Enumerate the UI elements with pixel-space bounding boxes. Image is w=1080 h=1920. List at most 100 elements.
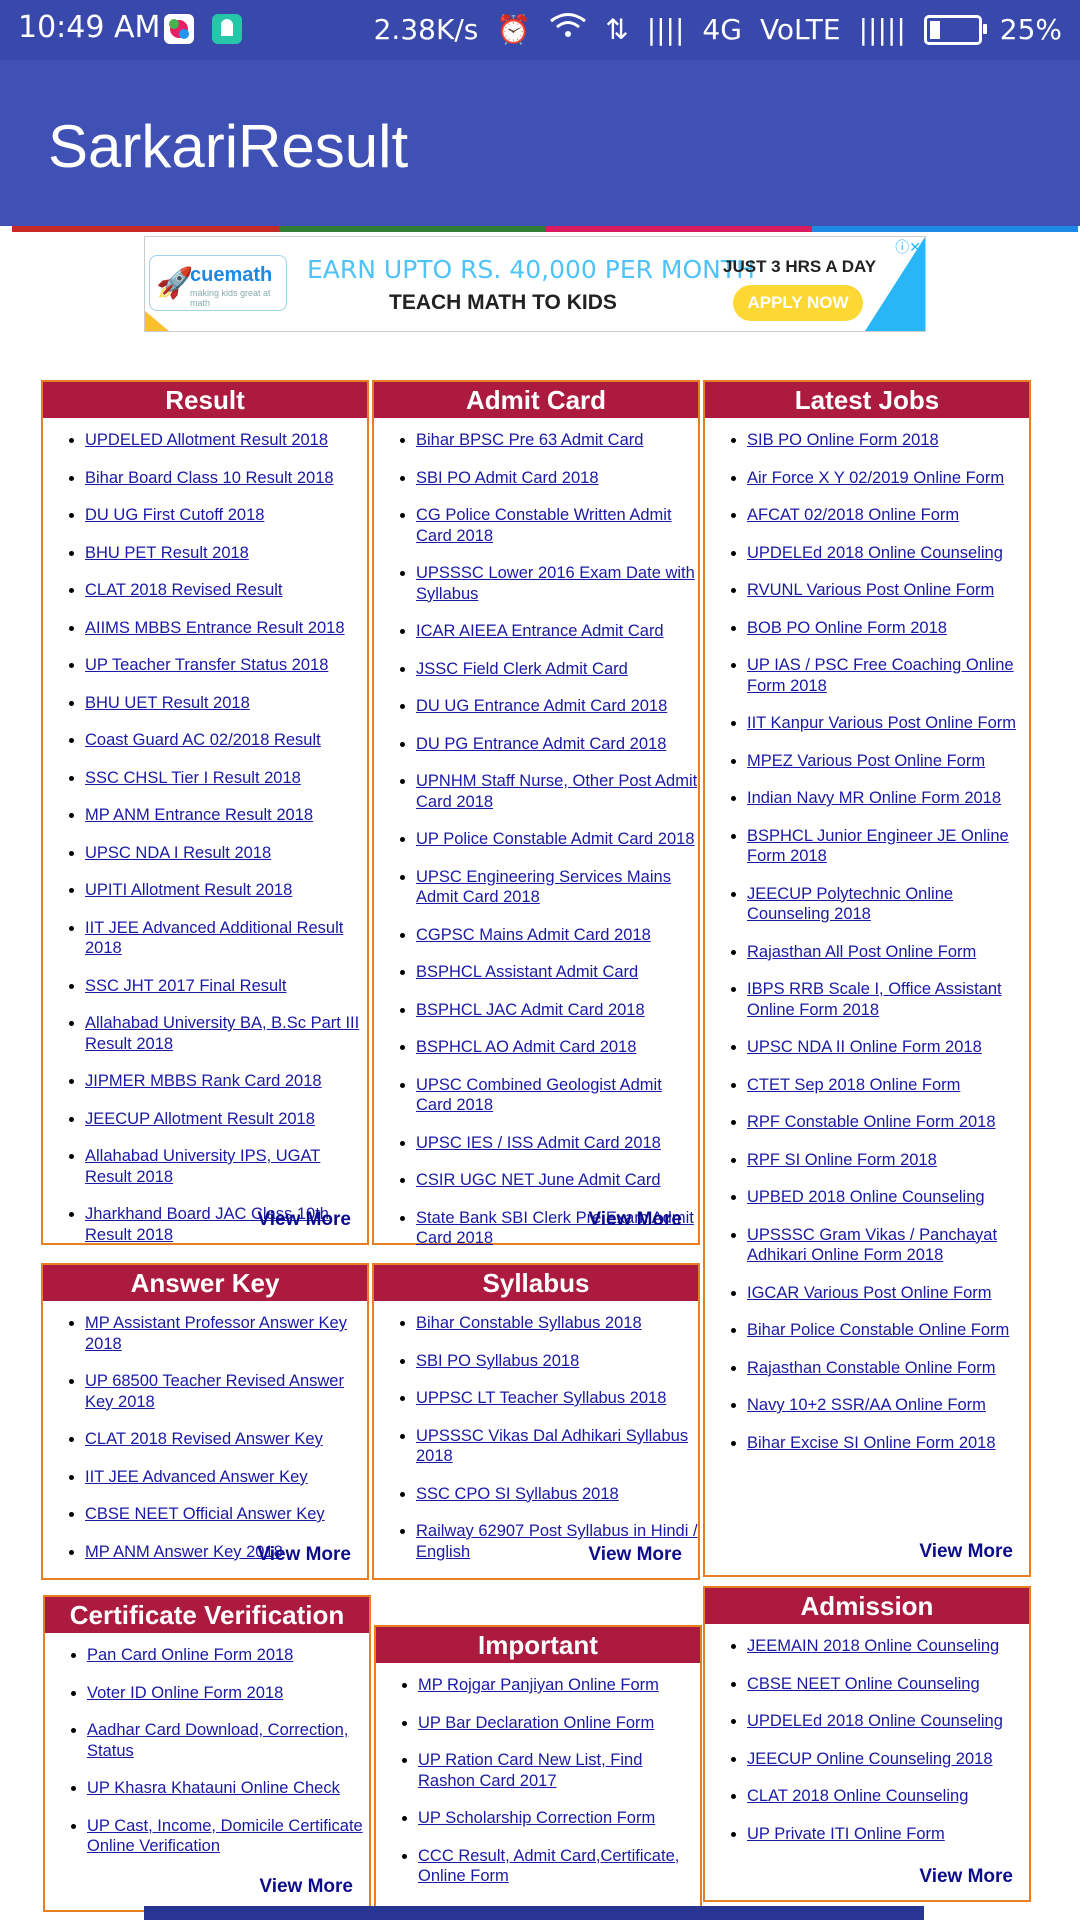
list-item-link[interactable]: UP Teacher Transfer Status 2018 [85, 656, 328, 674]
list-item-link[interactable]: UPSC Combined Geologist Admit Card 2018 [416, 1076, 662, 1115]
list-item-link[interactable]: Aadhar Card Download, Correction, Status [87, 1721, 348, 1760]
list-item-link[interactable]: Allahabad University BA, B.Sc Part III R… [85, 1014, 359, 1053]
list-item-link[interactable]: SIB PO Online Form 2018 [747, 431, 939, 449]
list-item-link[interactable]: AIIMS MBBS Entrance Result 2018 [85, 619, 345, 637]
list-item-link[interactable]: Bihar Constable Syllabus 2018 [416, 1314, 642, 1332]
list-item-link[interactable]: Rajasthan Constable Online Form [747, 1359, 996, 1377]
list-item-link[interactable]: BSPHCL AO Admit Card 2018 [416, 1038, 636, 1056]
list-item-link[interactable]: SBI PO Admit Card 2018 [416, 469, 599, 487]
list-item-link[interactable]: RPF Constable Online Form 2018 [747, 1113, 996, 1131]
list-item-link[interactable]: Bihar Board Class 10 Result 2018 [85, 469, 334, 487]
list-item-link[interactable]: IIT JEE Advanced Additional Result 2018 [85, 919, 343, 958]
list-item-link[interactable]: IIT Kanpur Various Post Online Form [747, 714, 1016, 732]
list-item-link[interactable]: AFCAT 02/2018 Online Form [747, 506, 959, 524]
list-item-link[interactable]: SSC CHSL Tier I Result 2018 [85, 769, 301, 787]
list-item-link[interactable]: Air Force X Y 02/2019 Online Form [747, 469, 1004, 487]
list-item-link[interactable]: MP ANM Answer Key 2018 [85, 1543, 283, 1561]
list-item-link[interactable]: UPDELEd 2018 Online Counseling [747, 1712, 1003, 1730]
list-item-link[interactable]: JIPMER MBBS Rank Card 2018 [85, 1072, 322, 1090]
list-item-link[interactable]: UP Scholarship Correction Form [418, 1809, 655, 1827]
list-item-link[interactable]: JEECUP Polytechnic Online Counseling 201… [747, 885, 953, 924]
list-item-link[interactable]: UP Private ITI Online Form [747, 1825, 945, 1843]
list-item-link[interactable]: DU PG Entrance Admit Card 2018 [416, 735, 666, 753]
list-item-link[interactable]: BOB PO Online Form 2018 [747, 619, 947, 637]
list-item-link[interactable]: Voter ID Online Form 2018 [87, 1684, 283, 1702]
list-item-link[interactable]: UP Cast, Income, Domicile Certificate On… [87, 1817, 363, 1856]
list-item-link[interactable]: BSPHCL JAC Admit Card 2018 [416, 1001, 645, 1019]
list-item-link[interactable]: UPSSSC Lower 2016 Exam Date with Syllabu… [416, 564, 695, 603]
list-item-link[interactable]: RVUNL Various Post Online Form [747, 581, 994, 599]
ad-apply-button[interactable]: APPLY NOW [733, 285, 863, 321]
view-more-link[interactable]: View More [257, 1544, 351, 1566]
list-item-link[interactable]: UP Bar Declaration Online Form [418, 1714, 654, 1732]
list-item-link[interactable]: UPSSSC Gram Vikas / Panchayat Adhikari O… [747, 1226, 997, 1265]
list-item-link[interactable]: UPSC NDA I Result 2018 [85, 844, 271, 862]
list-item-link[interactable]: SSC JHT 2017 Final Result [85, 977, 286, 995]
ad-banner[interactable]: 🚀 cuemath making kids great at math EARN… [144, 236, 926, 332]
list-item-link[interactable]: CTET Sep 2018 Online Form [747, 1076, 960, 1094]
list-item-link[interactable]: SSC CPO SI Syllabus 2018 [416, 1485, 619, 1503]
list-item: UPSC NDA I Result 2018 [85, 843, 367, 864]
list-item-link[interactable]: UPITI Allotment Result 2018 [85, 881, 292, 899]
list-item-link[interactable]: UPDELEd 2018 Online Counseling [747, 544, 1003, 562]
list-item-link[interactable]: Allahabad University IPS, UGAT Result 20… [85, 1147, 320, 1186]
list-item-link[interactable]: Navy 10+2 SSR/AA Online Form [747, 1396, 986, 1414]
ad-info-close-icon[interactable]: ⓘ✕ [895, 237, 921, 257]
list-item-link[interactable]: BHU PET Result 2018 [85, 544, 249, 562]
list-item-link[interactable]: MP ANM Entrance Result 2018 [85, 806, 313, 824]
list-item-link[interactable]: UPBED 2018 Online Counseling [747, 1188, 985, 1206]
list-item-link[interactable]: RPF SI Online Form 2018 [747, 1151, 937, 1169]
list-item-link[interactable]: UP Police Constable Admit Card 2018 [416, 830, 695, 848]
list-item-link[interactable]: UPSC Engineering Services Mains Admit Ca… [416, 868, 671, 907]
list-item-link[interactable]: MP Assistant Professor Answer Key 2018 [85, 1314, 347, 1353]
list-item-link[interactable]: BHU UET Result 2018 [85, 694, 250, 712]
list-item-link[interactable]: CLAT 2018 Revised Answer Key [85, 1430, 323, 1448]
list-item-link[interactable]: Indian Navy MR Online Form 2018 [747, 789, 1001, 807]
list-item-link[interactable]: Bihar BPSC Pre 63 Admit Card [416, 431, 643, 449]
list-item-link[interactable]: CCC Result, Admit Card,Certificate, Onli… [418, 1847, 679, 1886]
list-item-link[interactable]: UPSSSC Vikas Dal Adhikari Syllabus 2018 [416, 1427, 688, 1466]
list-item-link[interactable]: CGPSC Mains Admit Card 2018 [416, 926, 651, 944]
list-item-link[interactable]: CBSE NEET Online Counseling [747, 1675, 980, 1693]
list-item-link[interactable]: SBI PO Syllabus 2018 [416, 1352, 579, 1370]
list-item-link[interactable]: Coast Guard AC 02/2018 Result [85, 731, 321, 749]
view-more-link[interactable]: View More [588, 1544, 682, 1566]
list-item-link[interactable]: CG Police Constable Written Admit Card 2… [416, 506, 672, 545]
list-item-link[interactable]: UPSC IES / ISS Admit Card 2018 [416, 1134, 661, 1152]
list-item-link[interactable]: UPPSC LT Teacher Syllabus 2018 [416, 1389, 666, 1407]
list-item-link[interactable]: Rajasthan All Post Online Form [747, 943, 976, 961]
view-more-link[interactable]: View More [919, 1866, 1013, 1888]
list-item-link[interactable]: CLAT 2018 Revised Result [85, 581, 283, 599]
list-item-link[interactable]: UP Khasra Khatauni Online Check [87, 1779, 340, 1797]
list-item-link[interactable]: CBSE NEET Official Answer Key [85, 1505, 325, 1523]
list-item-link[interactable]: IIT JEE Advanced Answer Key [85, 1468, 308, 1486]
list-item-link[interactable]: IGCAR Various Post Online Form [747, 1284, 992, 1302]
list-item-link[interactable]: UPDELED Allotment Result 2018 [85, 431, 328, 449]
view-more-link[interactable]: View More [588, 1209, 682, 1231]
list-item-link[interactable]: MP Rojgar Panjiyan Online Form [418, 1676, 659, 1694]
list-item-link[interactable]: Pan Card Online Form 2018 [87, 1646, 293, 1664]
view-more-link[interactable]: View More [257, 1209, 351, 1231]
list-item-link[interactable]: IBPS RRB Scale I, Office Assistant Onlin… [747, 980, 1002, 1019]
list-item-link[interactable]: JEECUP Allotment Result 2018 [85, 1110, 315, 1128]
list-item-link[interactable]: BSPHCL Assistant Admit Card [416, 963, 638, 981]
list-item-link[interactable]: Bihar Excise SI Online Form 2018 [747, 1434, 996, 1452]
view-more-link[interactable]: View More [259, 1876, 353, 1898]
list-item-link[interactable]: BSPHCL Junior Engineer JE Online Form 20… [747, 827, 1009, 866]
list-item-link[interactable]: MPEZ Various Post Online Form [747, 752, 985, 770]
list-item-link[interactable]: UP IAS / PSC Free Coaching Online Form 2… [747, 656, 1014, 695]
list-item-link[interactable]: UP Ration Card New List, Find Rashon Car… [418, 1751, 642, 1790]
list-item-link[interactable]: ICAR AIEEA Entrance Admit Card [416, 622, 664, 640]
list-item-link[interactable]: CSIR UGC NET June Admit Card [416, 1171, 661, 1189]
list-item-link[interactable]: JSSC Field Clerk Admit Card [416, 660, 628, 678]
list-item-link[interactable]: DU UG First Cutoff 2018 [85, 506, 264, 524]
list-item-link[interactable]: UPSC NDA II Online Form 2018 [747, 1038, 982, 1056]
list-item-link[interactable]: JEEMAIN 2018 Online Counseling [747, 1637, 999, 1655]
list-item-link[interactable]: DU UG Entrance Admit Card 2018 [416, 697, 667, 715]
list-item-link[interactable]: Bihar Police Constable Online Form [747, 1321, 1009, 1339]
list-item-link[interactable]: UPNHM Staff Nurse, Other Post Admit Card… [416, 772, 697, 811]
list-item-link[interactable]: JEECUP Online Counseling 2018 [747, 1750, 993, 1768]
list-item-link[interactable]: CLAT 2018 Online Counseling [747, 1787, 968, 1805]
list-item-link[interactable]: UP 68500 Teacher Revised Answer Key 2018 [85, 1372, 344, 1411]
view-more-link[interactable]: View More [919, 1541, 1013, 1563]
